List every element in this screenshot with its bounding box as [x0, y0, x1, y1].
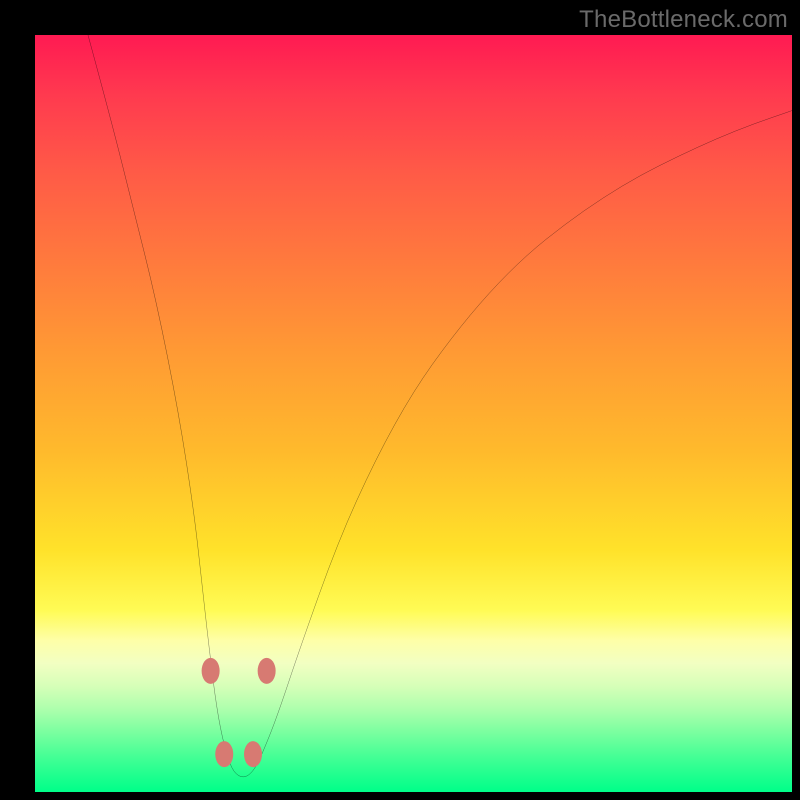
marker-left-upper: [202, 658, 220, 684]
marker-right-upper: [258, 658, 276, 684]
marker-left-lower: [215, 741, 233, 767]
plot-area: [35, 35, 792, 792]
watermark-text: TheBottleneck.com: [579, 6, 788, 34]
bottleneck-curve: [88, 35, 792, 777]
chart-frame: TheBottleneck.com: [0, 0, 800, 800]
chart-svg: [35, 35, 792, 792]
curve-markers: [202, 658, 276, 767]
marker-right-lower: [244, 741, 262, 767]
